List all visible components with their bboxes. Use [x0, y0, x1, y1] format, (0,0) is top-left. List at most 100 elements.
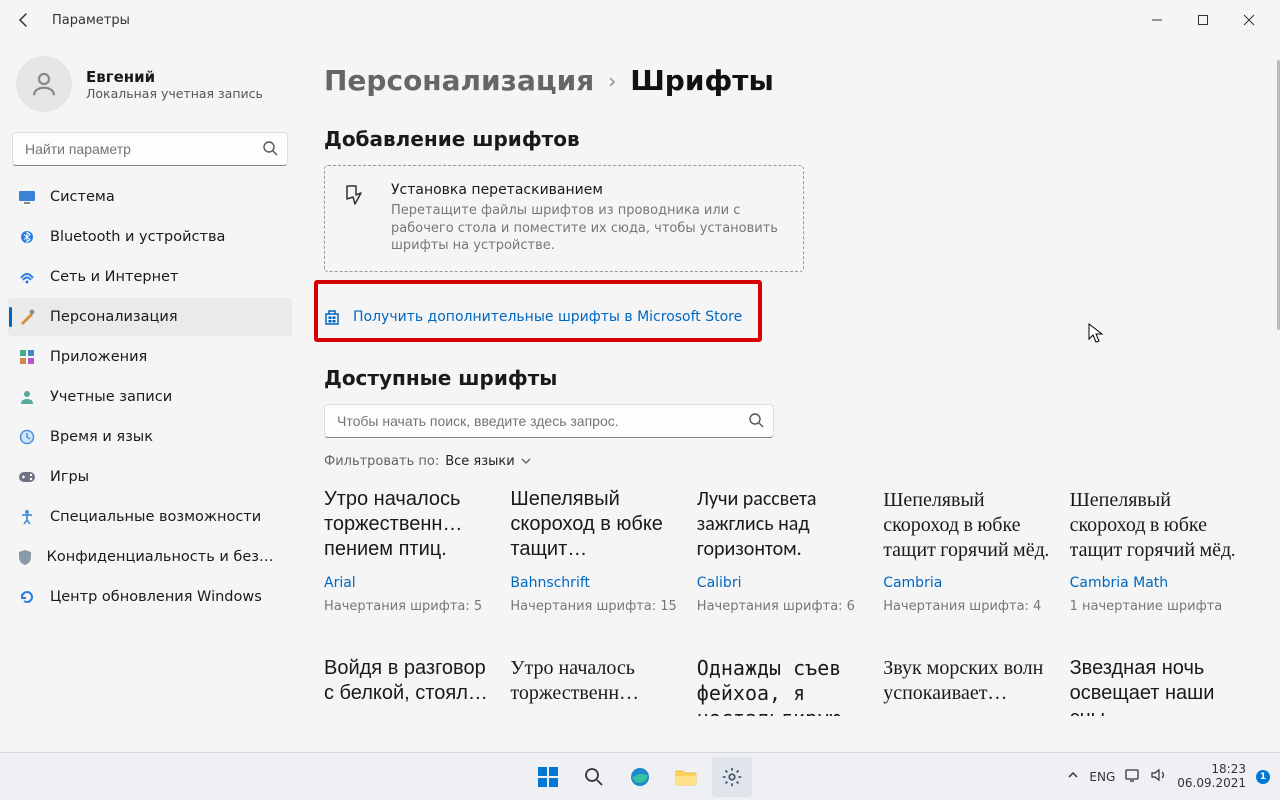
section-add-fonts: Добавление шрифтов: [324, 127, 1240, 151]
accessibility-icon: [18, 508, 36, 526]
update-icon: [18, 588, 36, 606]
notification-badge[interactable]: 1: [1256, 770, 1270, 784]
personalization-icon: [18, 308, 36, 326]
taskbar-center: [528, 757, 752, 797]
clock-date: 06.09.2021: [1177, 777, 1246, 791]
sidebar-item-label: Центр обновления Windows: [50, 589, 262, 605]
sidebar-item-label: Конфиденциальность и безопасность: [47, 549, 282, 565]
search-icon: [262, 140, 278, 160]
font-meta: Начертания шрифта: 15: [510, 599, 680, 614]
minimize-button[interactable]: [1134, 4, 1180, 36]
main-content: Персонализация › Шрифты Добавление шрифт…: [300, 40, 1280, 752]
section-available-fonts: Доступные шрифты: [324, 366, 1240, 390]
font-sample: Звук морских волн успокаивает…: [883, 656, 1053, 716]
font-card[interactable]: Звук морских волн успокаивает…: [883, 656, 1053, 752]
back-button[interactable]: [8, 4, 40, 36]
dropzone-subtitle: Перетащите файлы шрифтов из проводника и…: [391, 202, 785, 255]
sidebar-item-personalization[interactable]: Персонализация: [8, 298, 292, 336]
sidebar-item-accessibility[interactable]: Специальные возможности: [8, 498, 292, 536]
maximize-button[interactable]: [1180, 4, 1226, 36]
sidebar-item-label: Система: [50, 189, 115, 205]
windows-logo-icon: [537, 766, 559, 788]
font-card[interactable]: Утро началось торжественн… пением птиц. A…: [324, 487, 494, 632]
get-more-fonts-link[interactable]: Получить дополнительные шрифты в Microso…: [315, 298, 756, 336]
sidebar-item-gaming[interactable]: Игры: [8, 458, 292, 496]
breadcrumb-parent[interactable]: Персонализация: [324, 64, 594, 97]
sidebar-item-label: Время и язык: [50, 429, 153, 445]
font-name: Arial: [324, 575, 494, 591]
sidebar-item-apps[interactable]: Приложения: [8, 338, 292, 376]
font-meta: Начертания шрифта: 6: [697, 599, 867, 614]
mouse-cursor-icon: [1088, 323, 1106, 345]
sidebar-item-label: Игры: [50, 469, 89, 485]
font-card[interactable]: Однажды съев фейхоа, я ностальгирую: [697, 656, 867, 752]
font-card[interactable]: Лучи рассвета зажглись над горизонтом. Ca…: [697, 487, 867, 632]
font-sample: Шепелявый скороход в юбке тащит горячий …: [1070, 487, 1240, 567]
sidebar-item-bluetooth[interactable]: Bluetooth и устройства: [8, 218, 292, 256]
font-name: Calibri: [697, 575, 867, 591]
font-sample: Лучи рассвета зажглись над горизонтом.: [697, 487, 867, 567]
system-icon: [18, 188, 36, 206]
user-block[interactable]: Евгений Локальная учетная запись: [8, 48, 292, 132]
sidebar-item-network[interactable]: Сеть и Интернет: [8, 258, 292, 296]
sidebar-item-label: Приложения: [50, 349, 147, 365]
sidebar-item-time[interactable]: Время и язык: [8, 418, 292, 456]
filter-row: Фильтровать по: Все языки: [324, 454, 1240, 469]
font-grid: Утро началось торжественн… пением птиц. A…: [324, 487, 1240, 632]
taskbar-settings-button[interactable]: [712, 757, 752, 797]
font-search: [324, 404, 774, 438]
taskbar-clock[interactable]: 18:23 06.09.2021: [1177, 763, 1246, 791]
filter-value: Все языки: [445, 454, 515, 469]
sidebar-item-label: Специальные возможности: [50, 509, 261, 525]
font-card[interactable]: Шепелявый скороход в юбке тащит…Bahnschr…: [510, 487, 680, 632]
font-sample: Утро началось торжественн…: [510, 656, 680, 716]
drag-drop-zone[interactable]: Установка перетаскиванием Перетащите фай…: [324, 165, 804, 272]
sidebar-item-accounts[interactable]: Учетные записи: [8, 378, 292, 416]
dropzone-title: Установка перетаскиванием: [391, 182, 785, 198]
sidebar-item-system[interactable]: Система: [8, 178, 292, 216]
person-icon: [29, 69, 59, 99]
network-icon[interactable]: [1125, 768, 1141, 785]
system-tray: ENG 18:23 06.09.2021 1: [1067, 763, 1280, 791]
close-icon: [1243, 14, 1255, 26]
folder-icon: [675, 767, 697, 787]
font-sample: Шепелявый скороход в юбке тащит горячий …: [883, 487, 1053, 567]
taskbar-search-button[interactable]: [574, 757, 614, 797]
taskbar-explorer-button[interactable]: [666, 757, 706, 797]
font-search-input[interactable]: [324, 404, 774, 438]
close-button[interactable]: [1226, 4, 1272, 36]
font-sample: Однажды съев фейхоа, я ностальгирую: [697, 656, 867, 716]
privacy-icon: [18, 548, 33, 566]
time-icon: [18, 428, 36, 446]
font-card[interactable]: Шепелявый скороход в юбке тащит горячий …: [1070, 487, 1240, 632]
font-card[interactable]: Шепелявый скороход в юбке тащит горячий …: [883, 487, 1053, 632]
font-meta: Начертания шрифта: 5: [324, 599, 494, 614]
font-sample: Войдя в разговор с белкой, стоял…: [324, 656, 494, 716]
gaming-icon: [18, 468, 36, 486]
search-icon: [584, 767, 604, 787]
settings-search: [12, 132, 288, 166]
taskbar-edge-button[interactable]: [620, 757, 660, 797]
start-button[interactable]: [528, 757, 568, 797]
window-title: Параметры: [52, 13, 130, 28]
store-link-label: Получить дополнительные шрифты в Microso…: [353, 309, 742, 325]
font-grid-row2: Войдя в разговор с белкой, стоял… Утро на…: [324, 656, 1240, 752]
filter-dropdown[interactable]: Все языки: [445, 454, 531, 469]
volume-icon[interactable]: [1151, 768, 1167, 785]
sidebar-item-privacy[interactable]: Конфиденциальность и безопасность: [8, 538, 292, 576]
search-input[interactable]: [12, 132, 288, 166]
font-card[interactable]: Утро началось торжественн…: [510, 656, 680, 752]
chevron-right-icon: ›: [608, 69, 616, 93]
font-card[interactable]: Звездная ночь освещает наши сны.: [1070, 656, 1240, 752]
network-icon: [18, 268, 36, 286]
accounts-icon: [18, 388, 36, 406]
font-card[interactable]: Войдя в разговор с белкой, стоял…: [324, 656, 494, 752]
keyboard-language[interactable]: ENG: [1089, 770, 1115, 784]
minimize-icon: [1151, 14, 1163, 26]
sidebar-item-update[interactable]: Центр обновления Windows: [8, 578, 292, 616]
sidebar-item-label: Bluetooth и устройства: [50, 229, 225, 245]
font-sample: Утро началось торжественн… пением птиц.: [324, 487, 494, 567]
titlebar: Параметры: [0, 0, 1280, 40]
sidebar-item-label: Сеть и Интернет: [50, 269, 178, 285]
tray-expand-button[interactable]: [1067, 769, 1079, 784]
